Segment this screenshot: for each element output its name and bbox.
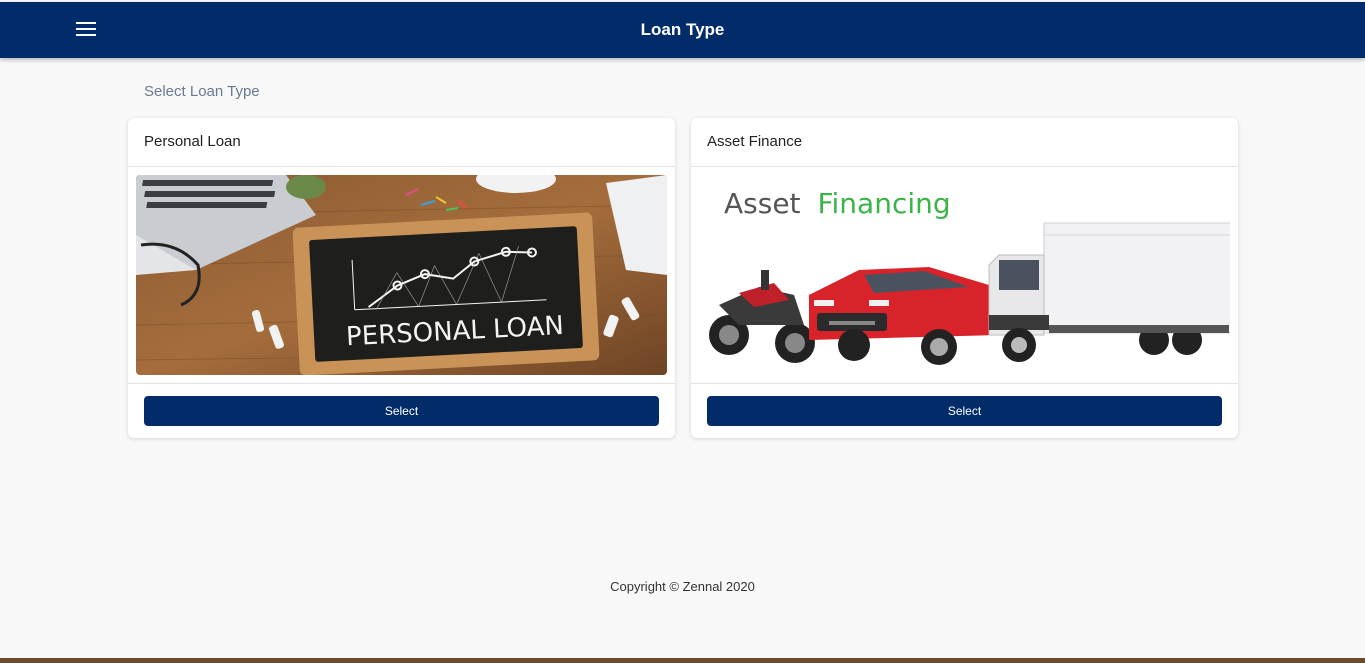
svg-text:Asset Financing: Asset Financing — [724, 187, 951, 220]
asset-image-text-word1: Asset — [724, 187, 801, 220]
divider — [691, 383, 1238, 384]
personal-loan-card: Personal Loan PERSONAL LOAN Select — [128, 118, 675, 438]
select-personal-loan-button[interactable]: Select — [144, 396, 659, 426]
asset-finance-card: Asset Finance Asset Financing Select — [691, 118, 1238, 438]
taskbar-edge — [0, 658, 1365, 663]
asset-finance-image: Asset Financing — [699, 175, 1230, 375]
page-title: Loan Type — [640, 20, 725, 39]
app-header: Loan Type — [0, 2, 1365, 58]
personal-loan-image: PERSONAL LOAN — [136, 175, 667, 375]
divider — [128, 383, 675, 384]
select-asset-finance-button[interactable]: Select — [707, 396, 1222, 426]
copyright-text: Copyright © Zennal 2020 — [610, 579, 755, 594]
card-title: Asset Finance — [691, 118, 1238, 167]
asset-image-text-word2: Financing — [817, 187, 950, 220]
card-title: Personal Loan — [128, 118, 675, 167]
section-label: Select Loan Type — [144, 83, 260, 100]
